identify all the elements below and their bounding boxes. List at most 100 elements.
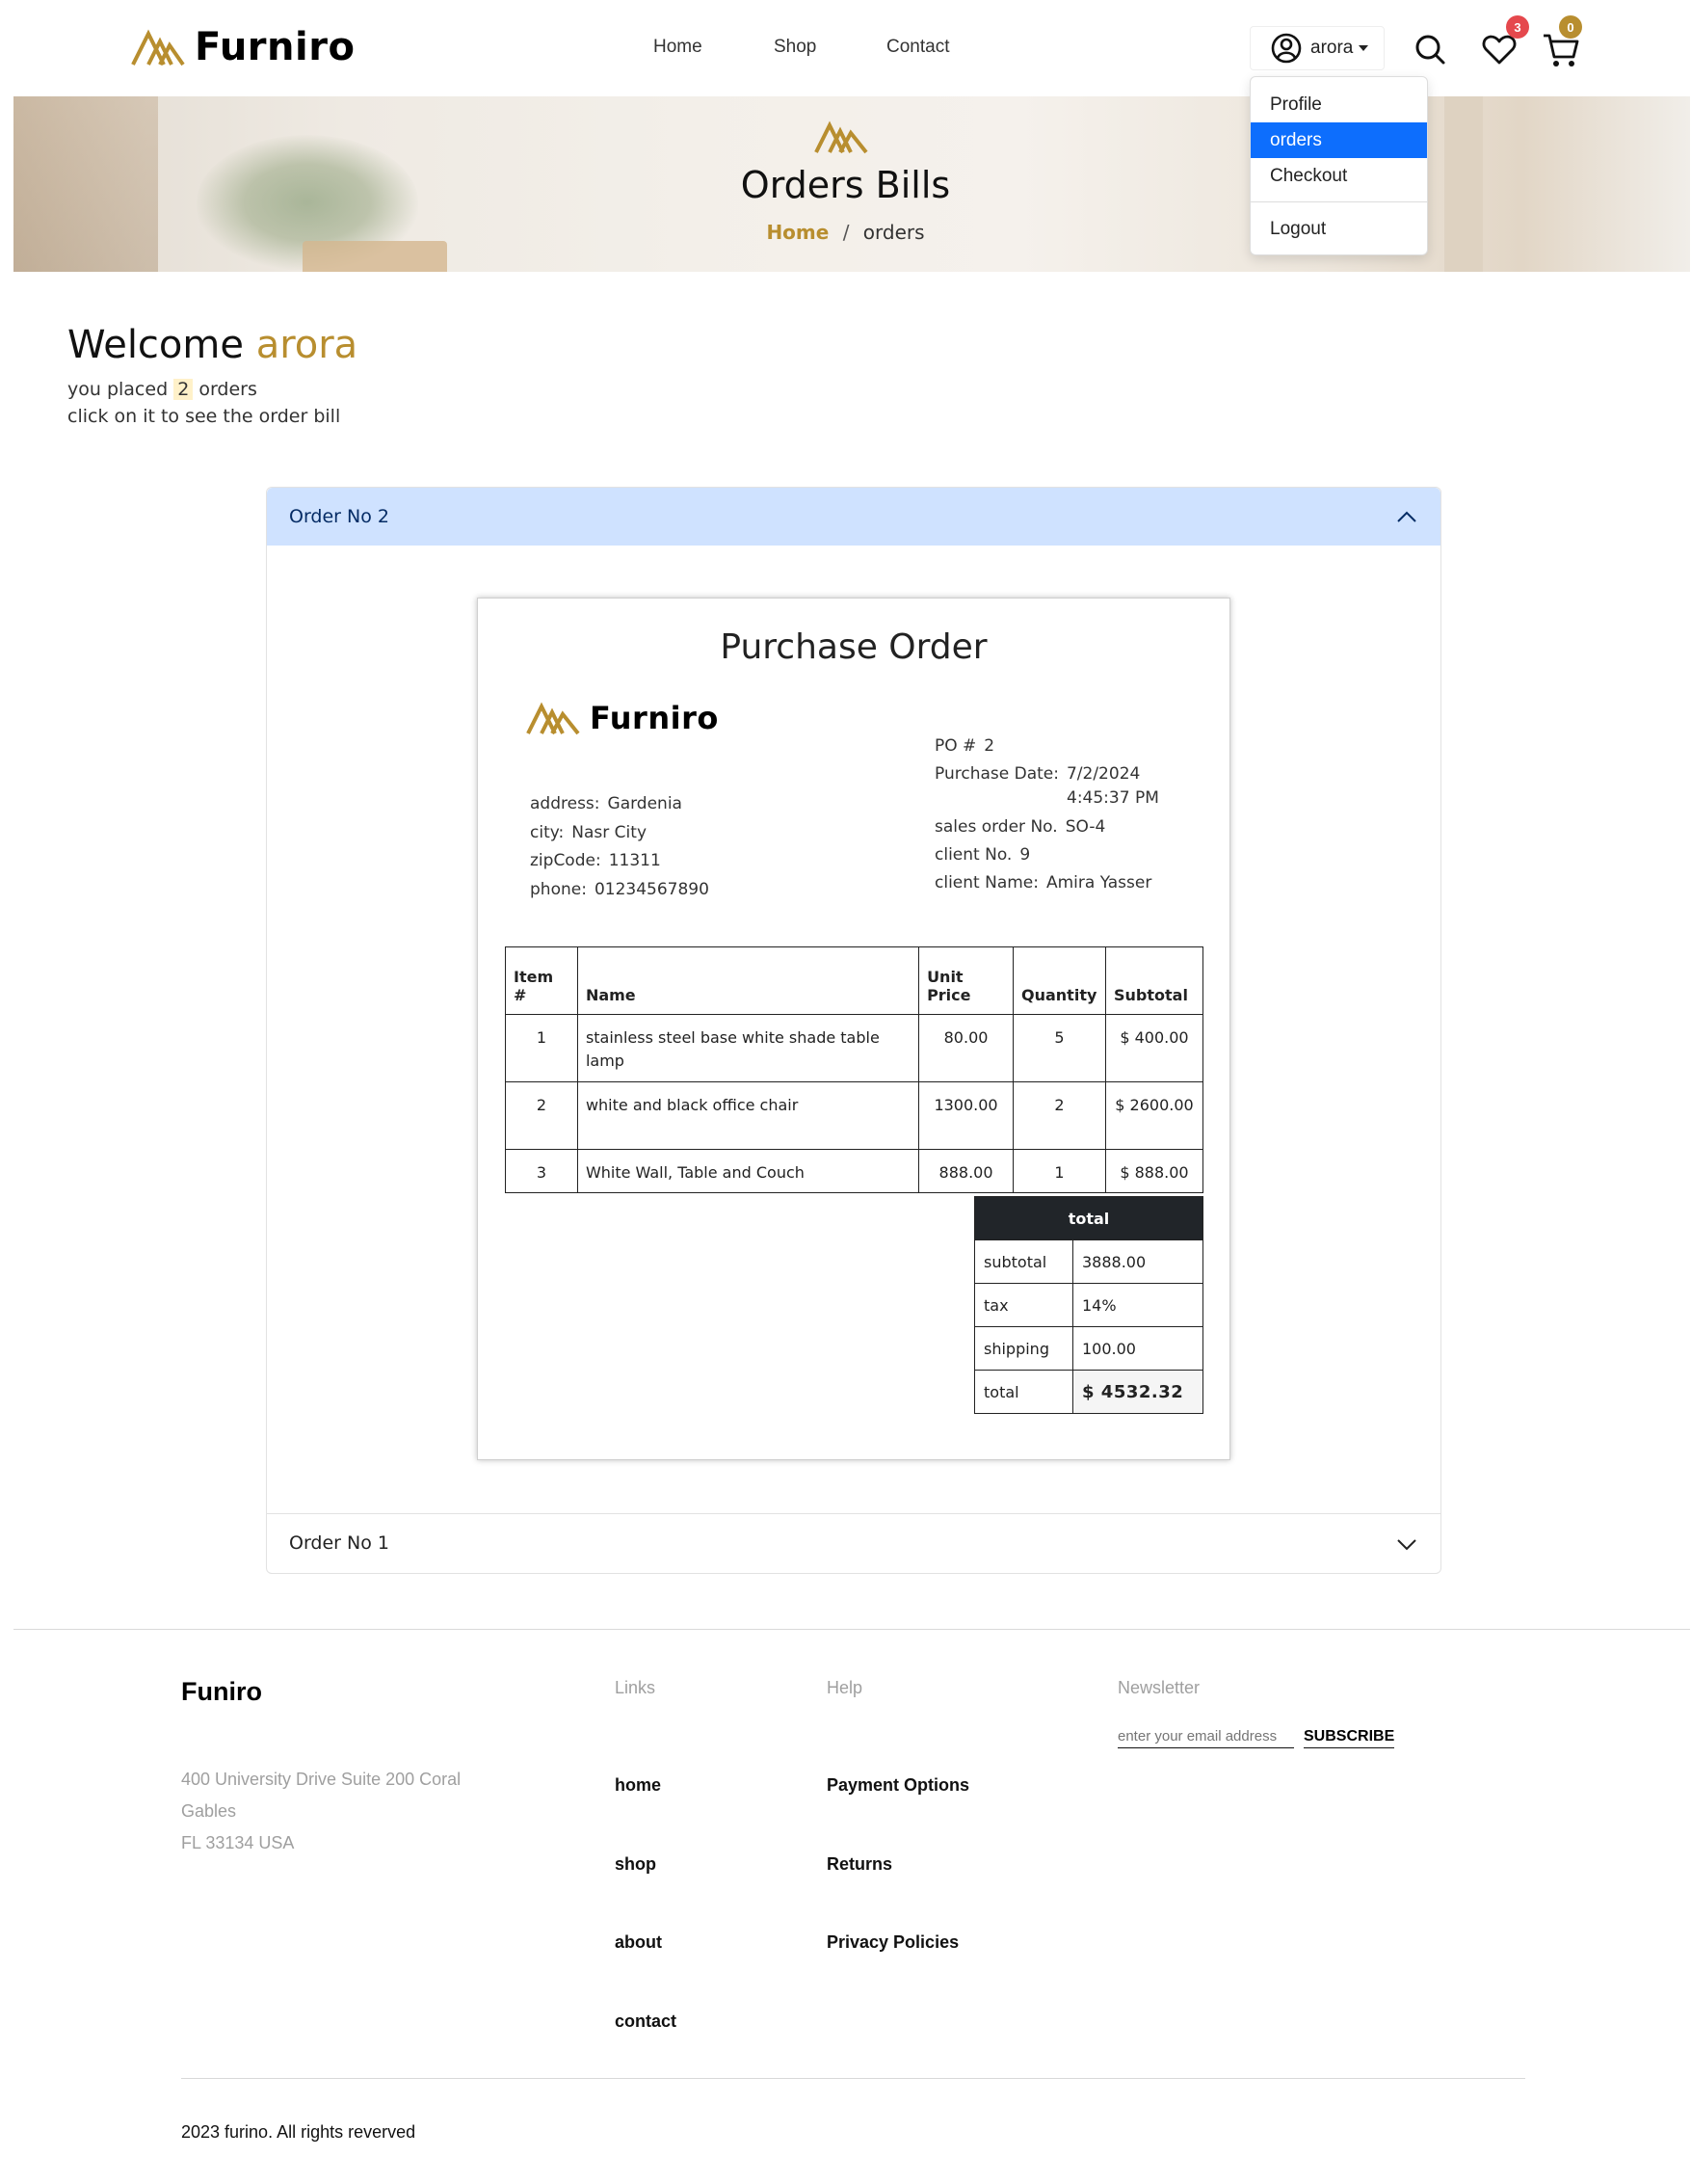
orders-hint-text: click on it to see the order bill — [67, 406, 341, 427]
totals-row: shipping 100.00 — [974, 1326, 1203, 1371]
client-no-value: 9 — [1019, 845, 1031, 865]
purchase-order-title: Purchase Order — [720, 627, 988, 667]
company-details: address: Gardenia city: Nasr City zipCode:… — [530, 790, 709, 904]
cell-qty: 1 — [1013, 1149, 1106, 1193]
footer-newsletter-heading: Newsletter — [1118, 1678, 1201, 1697]
dropdown-item-checkout[interactable]: Checkout — [1251, 158, 1427, 194]
breadcrumb-home-link[interactable]: Home — [766, 221, 829, 244]
col-header-quantity: Quantity — [1013, 946, 1106, 1015]
order-count: 2 — [173, 379, 194, 400]
date-value: 7/2/2024 — [1066, 764, 1141, 784]
address-line: 400 University Drive Suite 200 Coral — [181, 1770, 462, 1789]
cell-price: 80.00 — [918, 1014, 1014, 1082]
city-value: Nasr City — [571, 822, 647, 842]
date-label: Purchase Date: — [935, 764, 1059, 784]
client-name-label: client Name: — [935, 873, 1039, 892]
subtotal-label: subtotal — [974, 1239, 1073, 1284]
user-circle-icon — [1271, 33, 1302, 64]
welcome-heading: Welcome arora — [67, 323, 357, 367]
chevron-down-icon — [1397, 1539, 1416, 1551]
order-items-table: Item # Name Unit Price Quantity Subtotal 1… — [505, 946, 1204, 1193]
bill-brand-logo: Furniro — [526, 700, 719, 736]
chevron-up-icon — [1397, 511, 1416, 522]
col-header-price: Unit Price — [918, 946, 1014, 1015]
purchase-order-bill: Purchase Order Furniro address: Gardenia … — [477, 598, 1230, 1460]
user-name: arora — [1310, 38, 1354, 58]
cell-subtotal: $ 400.00 — [1104, 1014, 1204, 1082]
phone-value: 01234567890 — [594, 879, 709, 899]
company-zip-row: zipCode: 11311 — [530, 847, 709, 876]
footer-link-returns[interactable]: Returns — [827, 1854, 892, 1875]
dropdown-item-logout[interactable]: Logout — [1251, 211, 1427, 247]
totals-row: tax 14% — [974, 1283, 1203, 1327]
wishlist-button[interactable]: 3 — [1481, 15, 1529, 69]
client-no-label: client No. — [935, 845, 1013, 865]
welcome-username: arora — [255, 323, 358, 367]
footer-link-privacy-policies[interactable]: Privacy Policies — [827, 1932, 959, 1953]
cell-name: white and black office chair — [576, 1081, 920, 1150]
so-value: SO-4 — [1065, 817, 1106, 837]
zip-label: zipCode: — [530, 851, 601, 870]
header-item-text: Item — [514, 968, 554, 986]
cell-name: stainless steel base white shade table l… — [576, 1014, 920, 1082]
accordion-header-order-1[interactable]: Order No 1 — [267, 1513, 1440, 1571]
nav-shop[interactable]: Shop — [774, 37, 816, 58]
nav-contact[interactable]: Contact — [886, 37, 949, 58]
purchase-time: 4:45:37 PM — [1067, 788, 1159, 808]
accordion-title: Order No 1 — [289, 1531, 389, 1554]
footer-address: 400 University Drive Suite 200 Coral Gab… — [181, 1764, 461, 1859]
user-dropdown-menu: Profile orders Checkout Logout — [1250, 76, 1428, 255]
address-value: Gardenia — [607, 794, 682, 813]
newsletter-email-input[interactable] — [1118, 1725, 1294, 1748]
total-label: total — [974, 1370, 1073, 1414]
company-address-row: address: Gardenia — [530, 790, 709, 819]
cart-button[interactable]: 0 — [1542, 15, 1582, 69]
cell-subtotal: $ 888.00 — [1104, 1149, 1204, 1193]
order-totals-table: total subtotal 3888.00 tax 14% shipping 100… — [974, 1196, 1203, 1414]
furniro-logo-icon — [526, 702, 580, 735]
dropdown-item-profile[interactable]: Profile — [1251, 87, 1427, 122]
po-label: PO # — [935, 736, 977, 756]
totals-row: total $ 4532.32 — [974, 1370, 1203, 1414]
site-header: Furniro Home Shop Contact arora 3 0 — [0, 0, 1691, 96]
shipping-label: shipping — [974, 1326, 1073, 1371]
cart-count-badge: 0 — [1559, 15, 1582, 39]
dropdown-item-orders[interactable]: orders — [1251, 122, 1427, 158]
nav-home[interactable]: Home — [653, 37, 702, 58]
zip-value: 11311 — [608, 851, 661, 870]
accordion-header-order-2[interactable]: Order No 2 — [267, 488, 1440, 546]
po-value: 2 — [984, 736, 995, 756]
footer-link-payment-options[interactable]: Payment Options — [827, 1775, 969, 1796]
subscribe-button[interactable]: SUBSCRIBE — [1304, 1725, 1395, 1748]
cell-name: White Wall, Table and Couch — [576, 1149, 920, 1193]
col-header-item: Item # — [505, 946, 578, 1015]
phone-label: phone: — [530, 879, 587, 899]
search-icon[interactable] — [1412, 31, 1448, 67]
totals-row: subtotal 3888.00 — [974, 1239, 1203, 1284]
footer-links-heading: Links — [615, 1678, 656, 1697]
grand-total-value: $ 4532.32 — [1072, 1370, 1203, 1414]
footer-link-contact[interactable]: contact — [615, 2011, 676, 2032]
banner-logo-icon — [814, 120, 868, 154]
user-menu-toggle[interactable]: arora — [1250, 26, 1385, 70]
table-row: 2 white and black office chair 1300.00 2… — [505, 1081, 1204, 1150]
footer-link-home[interactable]: home — [615, 1775, 661, 1796]
footer-link-shop[interactable]: shop — [615, 1854, 656, 1875]
address-line: FL 33134 USA — [181, 1833, 295, 1852]
so-label: sales order No. — [935, 817, 1058, 837]
dropdown-divider — [1251, 201, 1427, 202]
breadcrumb-current: orders — [862, 221, 925, 244]
table-row: 3 White Wall, Table and Couch 888.00 1 $… — [505, 1149, 1204, 1193]
copyright-text: 2023 furino. All rights reverved — [181, 2122, 416, 2142]
client-no-row: client No. 9 — [935, 845, 1030, 865]
breadcrumb: Home / orders — [0, 221, 1691, 244]
cell-price: 1300.00 — [918, 1081, 1014, 1150]
city-label: city: — [530, 822, 565, 842]
header-item-hash: # — [514, 986, 527, 1004]
po-number-row: PO # 2 — [935, 736, 994, 756]
breadcrumb-separator: / — [842, 221, 850, 244]
sales-order-row: sales order No. SO-4 — [935, 817, 1105, 837]
page-title: Orders Bills — [740, 164, 951, 206]
footer-link-about[interactable]: about — [615, 1932, 662, 1953]
company-phone-row: phone: 01234567890 — [530, 876, 709, 905]
